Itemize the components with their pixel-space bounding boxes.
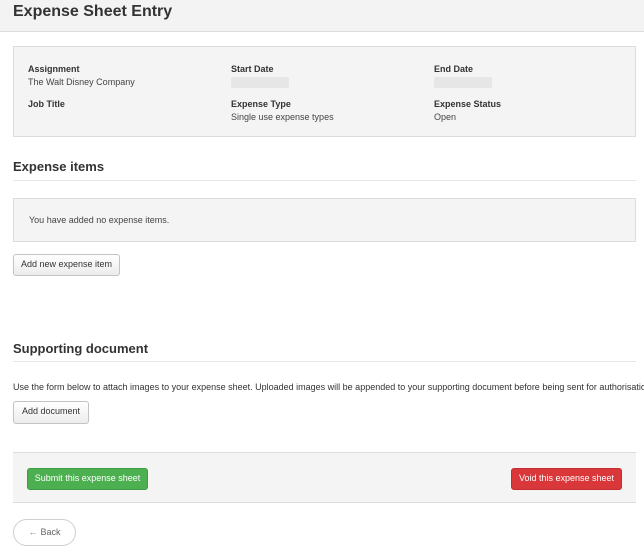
expense-type-value: Single use expense types — [231, 112, 334, 122]
expense-items-divider — [13, 180, 636, 181]
expense-items-empty-message: You have added no expense items. — [29, 215, 170, 225]
expense-status-value: Open — [434, 112, 457, 122]
expense-status-field: Expense Status Open — [434, 98, 501, 123]
expense-type-label: Expense Type — [231, 99, 291, 109]
start-date-field: Start Date — [231, 63, 289, 88]
job-title-field: Job Title — [28, 98, 65, 110]
assignment-field: Assignment The Walt Disney Company — [28, 63, 135, 88]
action-bar: Submit this expense sheet Void this expe… — [13, 452, 636, 503]
assignment-label: Assignment — [28, 64, 80, 74]
expense-sheet-page: Expense Sheet Entry Assignment The Walt … — [0, 0, 644, 552]
add-expense-item-label: Add new expense item — [20, 259, 113, 269]
expense-items-empty-panel: You have added no expense items. — [13, 198, 636, 242]
void-expense-sheet-button[interactable]: Void this expense sheet — [511, 468, 622, 490]
end-date-label: End Date — [434, 64, 474, 74]
void-expense-sheet-label: Void this expense sheet — [518, 473, 615, 483]
end-date-field: End Date — [434, 63, 492, 88]
job-title-label: Job Title — [28, 99, 65, 109]
expense-summary-panel: Assignment The Walt Disney Company Start… — [13, 46, 636, 137]
submit-expense-sheet-button[interactable]: Submit this expense sheet — [27, 468, 148, 490]
expense-type-field: Expense Type Single use expense types — [231, 98, 334, 123]
page-title: Expense Sheet Entry — [13, 3, 173, 20]
supporting-document-description: Use the form below to attach images to y… — [13, 382, 644, 392]
submit-expense-sheet-label: Submit this expense sheet — [34, 473, 141, 483]
supporting-document-heading: Supporting document — [13, 341, 149, 356]
add-expense-item-button[interactable]: Add new expense item — [13, 254, 120, 276]
start-date-value-redacted — [231, 77, 289, 88]
page-header: Expense Sheet Entry — [0, 0, 644, 32]
supporting-document-divider — [13, 361, 636, 362]
arrow-left-icon: ← — [28, 527, 38, 537]
assignment-value: The Walt Disney Company — [28, 77, 135, 87]
add-document-label: Add document — [21, 406, 81, 416]
start-date-label: Start Date — [231, 64, 274, 74]
expense-status-label: Expense Status — [434, 99, 502, 109]
back-label: Back — [40, 527, 61, 537]
expense-items-heading: Expense items — [13, 159, 105, 174]
back-button[interactable]: ← Back — [13, 519, 76, 546]
end-date-value-redacted — [434, 77, 492, 88]
add-document-button[interactable]: Add document — [13, 401, 89, 424]
